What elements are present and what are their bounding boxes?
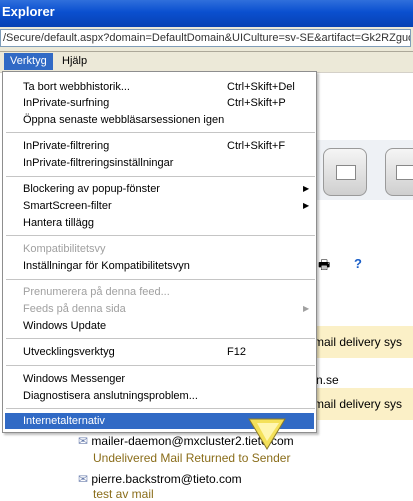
mail-subject: test av mail [93, 487, 154, 501]
menu-separator [6, 235, 315, 236]
menu-separator [6, 338, 315, 339]
submenu-arrow-icon: ▶ [303, 304, 310, 313]
address-bar: /Secure/default.aspx?domain=DefaultDomai… [0, 27, 413, 52]
menu-item-windows-messenger[interactable]: Windows Messenger [5, 371, 314, 387]
menu-item-page-feeds[interactable]: Feeds på denna sida ▶ [5, 301, 314, 317]
menu-hjalp[interactable]: Hjälp [56, 53, 93, 70]
submenu-arrow-icon: ▶ [303, 184, 310, 193]
pointer-cursor-icon [248, 418, 286, 450]
menu-item-windows-update[interactable]: Windows Update [5, 318, 314, 334]
menu-item-subscribe-feed[interactable]: Prenumerera på denna feed... [5, 284, 314, 300]
menu-item-inprivate-browsing[interactable]: InPrivate-surfning Ctrl+Skift+P [5, 95, 314, 111]
menu-bar: Verktyg Hjälp [0, 52, 413, 73]
status-row: (mail delivery sys [310, 388, 413, 420]
print-icon[interactable]: 🖶 [318, 256, 330, 278]
box-tile-button[interactable] [385, 148, 413, 196]
menu-item-inprivate-filtering[interactable]: InPrivate-filtrering Ctrl+Skift+F [5, 138, 314, 154]
tools-menu: Ta bort webbhistorik... Ctrl+Skift+Del I… [2, 71, 317, 433]
menu-verktyg[interactable]: Verktyg [4, 53, 53, 70]
menu-item-popup-blocker[interactable]: Blockering av popup-fönster ▶ [5, 181, 314, 197]
menu-separator [6, 176, 315, 177]
address-input[interactable]: /Secure/default.aspx?domain=DefaultDomai… [0, 29, 411, 47]
menu-item-manage-addons[interactable]: Hantera tillägg [5, 215, 314, 231]
help-icon[interactable]: ? [354, 256, 362, 271]
window-title: Explorer [2, 4, 55, 19]
menu-item-compatibility-view[interactable]: Kompatibilitetsvy [5, 241, 314, 257]
menu-separator [6, 279, 315, 280]
menu-separator [6, 408, 315, 409]
title-bar: Explorer [0, 0, 413, 27]
status-row: (mail delivery sys [310, 326, 413, 358]
menu-item-inprivate-filter-settings[interactable]: InPrivate-filtreringsinställningar [5, 155, 314, 171]
box-icon [396, 165, 413, 180]
menu-item-compatibility-settings[interactable]: Inställningar för Kompatibilitetsvyn [5, 258, 314, 274]
menu-separator [6, 132, 315, 133]
mail-icon: ✉ [78, 472, 89, 486]
mail-icon: ✉ [78, 434, 89, 448]
menu-separator [6, 365, 315, 366]
menu-item-delete-history[interactable]: Ta bort webbhistorik... Ctrl+Skift+Del [5, 79, 314, 95]
mail-tile-button[interactable] [323, 148, 367, 196]
envelope-icon [336, 165, 356, 180]
menu-item-diagnose-connection[interactable]: Diagnostisera anslutningsproblem... [5, 388, 314, 404]
submenu-arrow-icon: ▶ [303, 201, 310, 210]
mail-sender: pierre.backstrom@tieto.com [91, 472, 242, 486]
mail-row[interactable]: ✉ pierre.backstrom@tieto.com [78, 472, 242, 486]
menu-item-developer-tools[interactable]: Utvecklingsverktyg F12 [5, 344, 314, 360]
menu-item-reopen-session[interactable]: Öppna senaste webbläsarsessionen igen [5, 112, 314, 128]
menu-item-smartscreen-filter[interactable]: SmartScreen-filter ▶ [5, 198, 314, 214]
